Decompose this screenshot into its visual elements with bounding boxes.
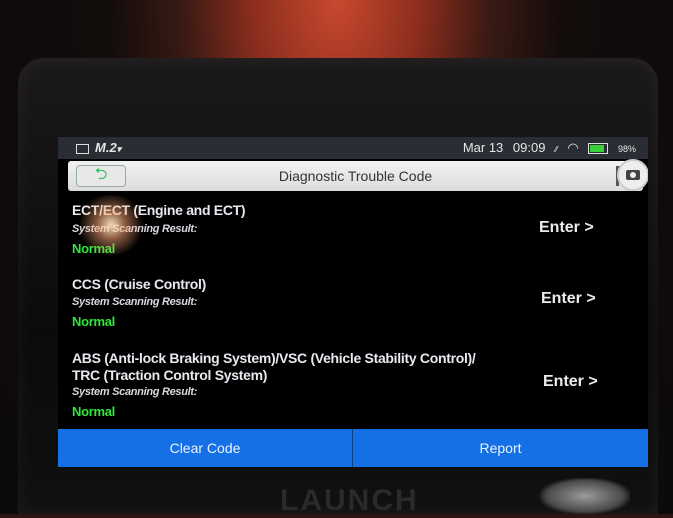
status-date: Mar 13 xyxy=(462,140,504,155)
enter-button[interactable]: Enter > xyxy=(539,219,594,237)
system-name-line2: TRC (Traction Control System) xyxy=(72,367,268,383)
scan-result-label: System Scanning Result: xyxy=(72,296,198,308)
report-button[interactable]: Report xyxy=(353,429,648,467)
battery-percent: 98% xyxy=(617,144,636,154)
scan-result-value: Normal xyxy=(72,241,115,256)
wifi-icon: ◠ xyxy=(567,140,579,155)
app-label: M.2 xyxy=(95,140,117,155)
clear-code-button[interactable]: Clear Code xyxy=(58,429,353,467)
data-icon: ⁄⁄ xyxy=(555,145,558,154)
device-screen: M.2▾ Mar 13 09:09 ⁄⁄ ◠ 98% ⮌ Diagnostic … xyxy=(58,137,648,467)
status-left: M.2▾ xyxy=(76,140,121,155)
scan-result-label: System Scanning Result: xyxy=(72,386,198,398)
scan-result-label: System Scanning Result: xyxy=(72,223,198,235)
system-name-line1: ABS (Anti-lock Braking System)/VSC (Vehi… xyxy=(72,350,476,366)
system-item-abs-vsc-trc[interactable]: ABS (Anti-lock Braking System)/VSC (Vehi… xyxy=(58,345,648,429)
page-title: Diagnostic Trouble Code xyxy=(278,168,433,184)
camera-icon[interactable] xyxy=(617,159,648,191)
bottom-action-bar: Clear Code Report xyxy=(58,429,648,467)
system-item-engine[interactable]: ECT/ECT (Engine and ECT) System Scanning… xyxy=(58,195,648,265)
system-name: CCS (Cruise Control) xyxy=(72,276,207,292)
scan-result-value: Normal xyxy=(72,404,115,419)
battery-icon xyxy=(588,143,609,155)
system-name: ECT/ECT (Engine and ECT) xyxy=(72,202,246,218)
status-right: Mar 13 09:09 ⁄⁄ ◠ 98% xyxy=(457,140,636,156)
notification-icon xyxy=(76,143,89,154)
cable xyxy=(540,478,630,514)
enter-button[interactable]: Enter > xyxy=(543,373,598,391)
title-bar: ⮌ Diagnostic Trouble Code xyxy=(68,159,648,191)
chevron-down-icon: ▾ xyxy=(116,144,122,154)
scan-result-value: Normal xyxy=(72,314,115,329)
system-item-cruise-control[interactable]: CCS (Cruise Control) System Scanning Res… xyxy=(58,270,648,340)
brand-logo: LAUNCH xyxy=(280,484,419,517)
enter-button[interactable]: Enter > xyxy=(541,290,596,308)
status-time: 09:09 xyxy=(512,140,546,155)
status-bar: M.2▾ Mar 13 09:09 ⁄⁄ ◠ 98% xyxy=(58,137,648,159)
